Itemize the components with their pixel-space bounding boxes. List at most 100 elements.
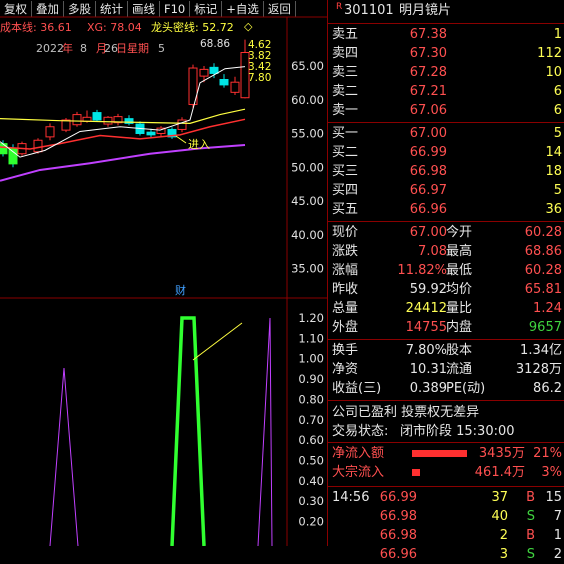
sell-level-label: 卖一 <box>332 103 359 118</box>
flow-bar <box>412 469 420 476</box>
buy-volume: 18 <box>545 164 562 179</box>
divider <box>328 221 564 222</box>
xg-label: XG: 78.04 <box>87 21 142 34</box>
buy-volume: 14 <box>545 145 562 160</box>
indicator-tick-label: 0.40 <box>298 474 324 488</box>
indicator-spike <box>257 317 273 546</box>
candle-body <box>92 112 102 121</box>
stat-row-4: 总量 24412 量比 1.24 <box>328 299 564 318</box>
stat-label: 昨收 <box>332 282 359 297</box>
flow-label: 大宗流入 <box>332 465 385 480</box>
indicator-tick-label: 0.70 <box>298 413 324 427</box>
r-badge: R <box>336 2 343 12</box>
dragon-line-label: 龙头密线: 52.72 <box>151 20 234 34</box>
stat-value: 1.24 <box>533 301 562 316</box>
stat2-row-2: 收益(三) 0.389 PE(动) 86.2 <box>328 379 564 398</box>
tick-count: 2 <box>553 547 562 562</box>
trade-status: 交易状态: 闭市阶段 15:30:00 <box>328 422 564 441</box>
stat-value: 10.31 <box>409 362 447 377</box>
tick-price: 66.96 <box>379 547 417 562</box>
candle-body <box>8 147 18 165</box>
stock-code: 301101 <box>344 3 394 18</box>
buy-level-3: 买三 66.98 18 <box>328 162 564 181</box>
stat-value: 3128万 <box>515 362 562 377</box>
buy-level-4: 买四 66.97 5 <box>328 181 564 200</box>
stat-value: 0.389 <box>409 381 447 396</box>
sell-price: 67.06 <box>409 103 447 118</box>
stat-value: 86.2 <box>533 381 562 396</box>
stat-label: 收益(三) <box>332 381 382 396</box>
price-tick-label: 65.00 <box>291 59 324 73</box>
candle-body <box>33 139 43 153</box>
candle-body <box>45 126 55 138</box>
stat-label: 流通 <box>446 362 473 377</box>
sell-volume: 6 <box>553 103 562 118</box>
divider <box>328 122 564 123</box>
stat-row-3: 昨收 59.92 均价 65.81 <box>328 280 564 299</box>
indicator-tick-label: 0.60 <box>298 433 324 447</box>
buy-level-label: 买五 <box>332 202 359 217</box>
tick-row-2: 66.98 2 B 1 <box>328 526 564 545</box>
tick-row-0: 14:56 66.99 37 B 15 <box>328 488 564 507</box>
trade-status-label: 交易状态: <box>332 424 389 439</box>
trade-status-value: 闭市阶段 15:30:00 <box>400 424 515 439</box>
tick-row-3: 66.96 3 S 2 <box>328 545 564 564</box>
flow-amount: 461.4万 <box>474 465 525 480</box>
stat-label: 外盘 <box>332 320 359 335</box>
buy-price: 66.96 <box>409 202 447 217</box>
buy-price: 66.97 <box>409 183 447 198</box>
candle-body <box>72 114 82 126</box>
price-tick-label: 40.00 <box>291 228 324 242</box>
tick-time: 14:56 <box>332 490 370 505</box>
stat-label: PE(动) <box>446 381 486 396</box>
tick-row-1: 66.98 40 S 7 <box>328 507 564 526</box>
buy-volume: 5 <box>553 183 562 198</box>
stat-label: 均价 <box>446 282 473 297</box>
stat-row-2: 涨幅 11.82% 最低 60.28 <box>328 261 564 280</box>
flow-pct: 21% <box>533 446 562 461</box>
price-tick-label: 50.00 <box>291 160 324 174</box>
buy-price: 66.98 <box>409 164 447 179</box>
candle-body <box>209 66 219 74</box>
tick-volume: 3 <box>499 547 508 562</box>
candle-body <box>219 79 229 86</box>
sell-level-5: 卖五 67.38 1 <box>328 25 564 44</box>
stat2-row-1: 净资 10.31 流通 3128万 <box>328 360 564 379</box>
tick-volume: 2 <box>499 528 508 543</box>
kline-chart-svg[interactable]: 65.00 60.00 55.00 50.00 45.00 40.00 35.00 成本线: … <box>0 0 327 546</box>
indicator-spike <box>49 367 79 546</box>
company-note-text: 公司已盈利 投票权无差异 <box>332 405 480 420</box>
sell-level-label: 卖五 <box>332 27 359 42</box>
stat-value: 9657 <box>528 320 562 335</box>
stat-label: 最低 <box>446 263 473 278</box>
divider <box>328 400 564 401</box>
stock-name: 明月镜片 <box>399 3 452 18</box>
sell-price: 67.38 <box>409 27 447 42</box>
buy-level-1: 买一 67.00 5 <box>328 124 564 143</box>
price-tick-label: 60.00 <box>291 93 324 107</box>
tick-volume: 37 <box>491 490 508 505</box>
stat-value: 11.82% <box>397 263 447 278</box>
stat-value: 65.81 <box>524 282 562 297</box>
date-part: 8 <box>80 42 87 55</box>
stat-label: 量比 <box>446 301 473 316</box>
stat-label: 总量 <box>332 301 359 316</box>
buy-level-label: 买四 <box>332 183 359 198</box>
stat-label: 最高 <box>446 244 473 259</box>
stat-value: 59.92 <box>409 282 447 297</box>
stat-label: 涨幅 <box>332 263 359 278</box>
signal-arrow <box>175 135 187 144</box>
flow-amount: 3435万 <box>478 446 525 461</box>
flow-row-0: 净流入额 3435万 21% <box>328 444 564 463</box>
sell-level-label: 卖二 <box>332 84 359 99</box>
kline-chart-area[interactable]: 复权 叠加 多股 统计 画线 F10 标记 +自选 返回 65.00 60.00 55.00 50.0… <box>0 0 327 546</box>
stat-value: 67.00 <box>409 225 447 240</box>
candle-body <box>146 131 156 136</box>
flow-label: 净流入额 <box>332 446 385 461</box>
signal-label: 进入 <box>188 138 210 151</box>
tick-price: 66.98 <box>379 509 417 524</box>
sell-volume: 10 <box>545 65 562 80</box>
candle-body <box>103 116 113 125</box>
stat-value: 68.86 <box>524 244 562 259</box>
stat-value: 14755 <box>405 320 447 335</box>
